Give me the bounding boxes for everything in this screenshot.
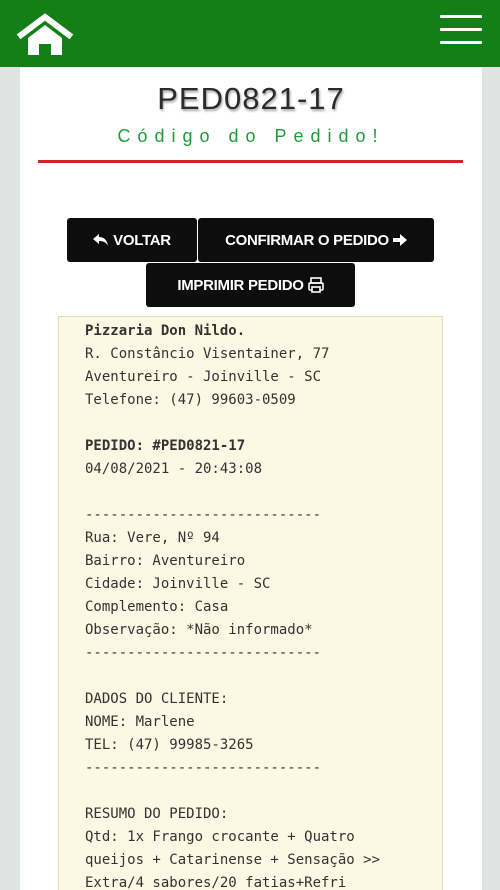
confirm-order-button[interactable]: CONFIRMAR O PEDIDO (198, 218, 434, 262)
order-datetime: 04/08/2021 - 20:43:08 (85, 461, 263, 477)
address-district: Bairro: Aventureiro (85, 553, 246, 569)
summary-line: queijos + Catarinense + Sensação >> (85, 852, 381, 868)
summary-line: Qtd: 1x Frango crocante + Quatro (85, 829, 355, 845)
printer-icon (307, 277, 324, 293)
hamburger-menu-icon[interactable] (440, 12, 484, 46)
receipt-separator: ---------------------------- (85, 507, 322, 523)
home-icon[interactable] (16, 13, 74, 57)
client-phone: TEL: (47) 99985-3265 (85, 737, 254, 753)
back-button[interactable]: VOLTAR (67, 218, 197, 262)
client-section-header: DADOS DO CLIENTE: (85, 691, 229, 707)
receipt-separator: ---------------------------- (85, 760, 322, 776)
print-order-button[interactable]: IMPRIMIR PEDIDO (146, 263, 355, 307)
store-phone: Telefone: (47) 99603-0509 (85, 392, 296, 408)
top-navbar (0, 0, 500, 67)
address-complement: Complemento: Casa (85, 599, 229, 615)
address-street: Rua: Vere, Nº 94 (85, 530, 220, 546)
summary-section-header: RESUMO DO PEDIDO: (85, 806, 229, 822)
address-city: Cidade: Joinville - SC (85, 576, 271, 592)
store-address: R. Constâncio Visentainer, 77 (85, 346, 330, 362)
order-card: PED0821-17 Código do Pedido! VOLTAR CONF… (20, 67, 482, 890)
order-receipt: Pizzaria Don Nildo. R. Constâncio Visent… (58, 316, 443, 890)
back-button-label: VOLTAR (113, 231, 171, 249)
store-name: Pizzaria Don Nildo. (85, 323, 246, 339)
title-divider (38, 160, 463, 163)
store-city: Aventureiro - Joinville - SC (85, 369, 322, 385)
confirm-button-label: CONFIRMAR O PEDIDO (225, 231, 389, 249)
print-button-label: IMPRIMIR PEDIDO (177, 276, 304, 294)
reply-arrow-icon (93, 234, 109, 246)
receipt-separator: ---------------------------- (85, 645, 322, 661)
order-code-title: PED0821-17 (157, 81, 345, 116)
client-name: NOME: Marlene (85, 714, 195, 730)
arrow-right-icon (392, 234, 407, 246)
order-number: PEDIDO: #PED0821-17 (85, 438, 246, 454)
summary-line: Extra/4 sabores/20 fatias+Refri (85, 875, 347, 890)
order-code-subtitle: Código do Pedido! (117, 126, 385, 146)
order-note: Observação: *Não informado* (85, 622, 313, 638)
